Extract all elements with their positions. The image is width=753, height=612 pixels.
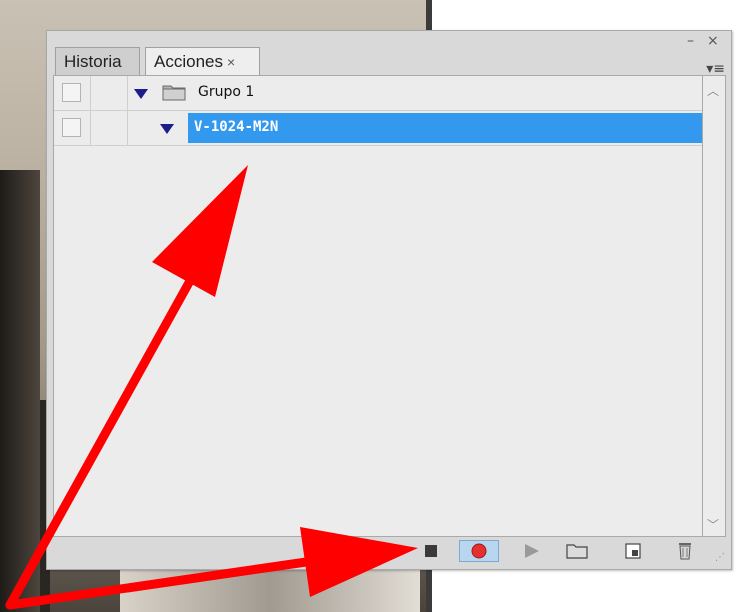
scroll-down-icon[interactable]: ﹀ xyxy=(707,516,719,533)
new-action-button[interactable] xyxy=(613,540,653,562)
resize-grip-icon[interactable]: ⋰ xyxy=(715,552,725,563)
expand-triangle-icon[interactable] xyxy=(134,89,148,99)
record-button[interactable] xyxy=(459,540,499,562)
action-label: V-1024-M2N xyxy=(194,119,279,135)
list-item[interactable]: Grupo 1 xyxy=(54,76,702,111)
tab-acciones[interactable]: Acciones × xyxy=(145,47,260,76)
play-button[interactable] xyxy=(511,540,551,562)
new-set-button[interactable] xyxy=(557,540,597,562)
tab-acciones-label: Acciones xyxy=(154,52,223,71)
delete-button[interactable] xyxy=(665,540,705,562)
expand-triangle-icon[interactable] xyxy=(160,124,174,134)
record-icon xyxy=(471,543,487,559)
dialog-toggle-cell[interactable] xyxy=(91,111,128,145)
stop-button[interactable] xyxy=(411,540,451,562)
toggle-cell xyxy=(54,111,91,145)
actions-list: Grupo 1 V-1024-M2N xyxy=(53,75,706,537)
toggle-cell xyxy=(54,76,91,110)
actions-toolbar: ⋰ xyxy=(53,537,727,565)
folder-icon xyxy=(162,85,186,101)
trash-icon xyxy=(679,543,691,560)
toggle-checkbox[interactable] xyxy=(62,83,81,102)
new-action-icon xyxy=(625,543,641,559)
play-icon xyxy=(525,544,539,558)
tab-historia[interactable]: Historia xyxy=(55,47,140,75)
dialog-toggle-cell[interactable] xyxy=(91,76,128,110)
new-set-icon xyxy=(566,544,588,559)
scroll-up-icon[interactable]: ︿ xyxy=(707,82,719,99)
selection-highlight: V-1024-M2N xyxy=(188,113,706,143)
set-label: Grupo 1 xyxy=(198,84,255,100)
list-item-selected[interactable]: V-1024-M2N xyxy=(54,111,706,146)
tab-historia-label: Historia xyxy=(64,52,122,71)
tab-close-icon[interactable]: × xyxy=(227,54,235,70)
scrollbar[interactable]: ︿ ﹀ xyxy=(702,75,726,537)
photo-shadow xyxy=(0,170,40,612)
minimize-icon[interactable]: – xyxy=(687,33,694,49)
close-icon[interactable]: × xyxy=(707,33,719,49)
actions-panel: – × Historia Acciones × ▾≡ Grupo 1 V-102… xyxy=(46,30,732,570)
stop-icon xyxy=(425,545,437,557)
toggle-checkbox[interactable] xyxy=(62,118,81,137)
